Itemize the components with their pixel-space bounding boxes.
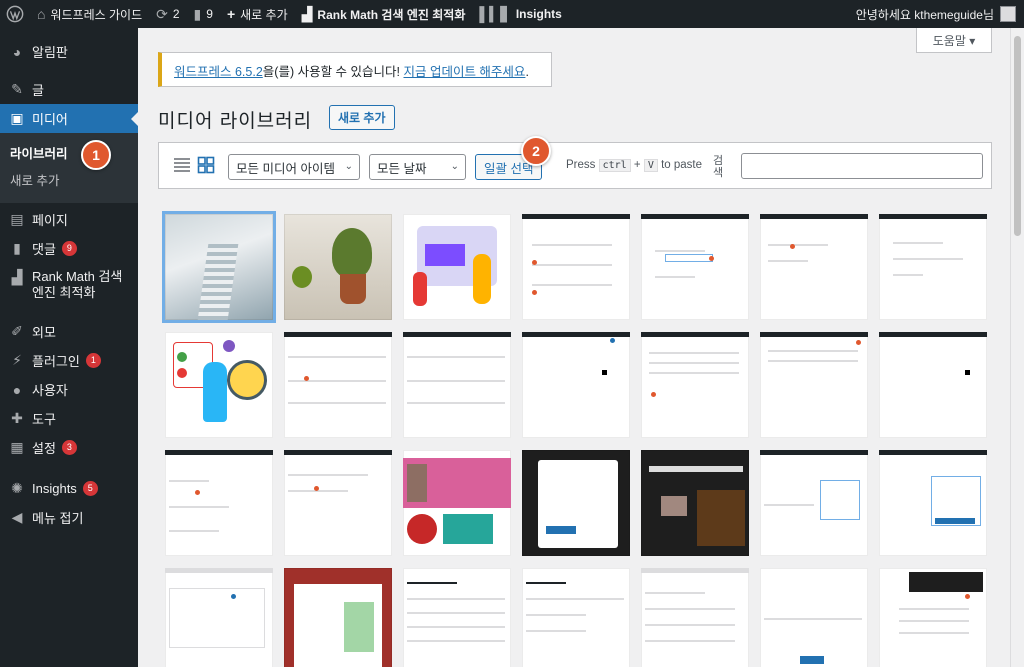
comment-icon: ▮ <box>13 240 21 256</box>
wrench-icon: ✚ <box>11 410 23 426</box>
media-thumbnail[interactable] <box>760 332 868 438</box>
media-thumbnail[interactable] <box>641 450 749 556</box>
media-thumbnail[interactable] <box>522 450 630 556</box>
sidebar-item-plugins[interactable]: ⚡ 플러그인 1 <box>0 346 138 375</box>
sidebar-item-insights[interactable]: ✺ Insights 5 <box>0 474 138 503</box>
search-label: 검색 <box>713 155 724 179</box>
insights-link[interactable]: ▌▍▋ Insights <box>472 0 568 28</box>
updates-icon: ⟳ <box>156 5 168 22</box>
updates-link[interactable]: ⟳ 2 <box>149 0 186 28</box>
media-thumbnail[interactable] <box>641 568 749 667</box>
grid-view-icon[interactable] <box>197 156 215 174</box>
version-link[interactable]: 워드프레스 6.5.2 <box>174 65 263 79</box>
scrollbar-thumb[interactable] <box>1014 36 1021 236</box>
sidebar-item-media[interactable]: ▣ 미디어 <box>0 104 138 133</box>
step-marker-1: 1 <box>81 140 111 170</box>
home-icon: ⌂ <box>37 6 46 22</box>
plugins-badge: 1 <box>85 353 101 368</box>
media-thumbnail[interactable] <box>879 214 987 320</box>
media-thumbnail[interactable] <box>522 568 630 667</box>
media-thumbnail[interactable] <box>284 568 392 667</box>
comments-badge: 9 <box>61 241 77 256</box>
sidebar-item-settings[interactable]: ▦ 설정 3 <box>0 433 138 462</box>
comment-icon: ▮ <box>193 5 202 22</box>
media-thumbnail[interactable] <box>641 332 749 438</box>
page-scrollbar[interactable] <box>1010 28 1024 667</box>
media-thumbnail[interactable] <box>760 568 868 667</box>
main-content: 도움말 ▾ 워드프레스 6.5.2을(를) 사용할 수 있습니다! 지금 업데이… <box>138 28 1024 667</box>
media-thumbnail[interactable] <box>522 332 630 438</box>
bar-chart-icon: ▌▍▋ <box>479 5 511 22</box>
sidebar-item-comments[interactable]: ▮ 댓글 9 <box>0 234 138 263</box>
media-thumbnail[interactable] <box>760 450 868 556</box>
date-filter[interactable]: 모든 날짜 ⌄ <box>369 154 466 180</box>
page-title: 미디어 라이브러리 <box>158 111 313 132</box>
media-thumbnail[interactable] <box>284 214 392 320</box>
submenu-add-new[interactable]: 새로 추가 <box>0 166 138 193</box>
media-thumbnail[interactable] <box>165 568 273 667</box>
sidebar-item-users[interactable]: ● 사용자 <box>0 375 138 404</box>
media-thumbnail[interactable] <box>760 214 868 320</box>
chevron-down-icon: ⌄ <box>450 161 459 172</box>
collapse-menu-button[interactable]: ◀ 메뉴 접기 <box>0 503 138 532</box>
sidebar-item-posts[interactable]: ✎ 글 <box>0 75 138 104</box>
media-thumbnail[interactable] <box>284 450 392 556</box>
insights-badge: 5 <box>82 481 98 496</box>
plugin-icon: ⚡ <box>12 352 22 368</box>
media-type-filter[interactable]: 모든 미디어 아이템 ⌄ <box>228 154 360 180</box>
collapse-icon: ◀ <box>11 509 23 525</box>
rankmath-link[interactable]: ▟ Rank Math 검색 엔진 최적화 <box>295 0 473 28</box>
rankmath-icon: ▟ <box>301 5 313 22</box>
account-link[interactable]: 안녕하세요 kthemeguide님 <box>849 0 1024 28</box>
rankmath-icon: ▟ <box>11 269 23 285</box>
paste-hint: Press ctrl + V to paste <box>566 159 702 172</box>
media-thumbnail[interactable] <box>165 450 273 556</box>
submenu-library[interactable]: 라이브러리 <box>0 139 138 166</box>
user-icon: ● <box>12 381 22 398</box>
new-content-link[interactable]: + 새로 추가 <box>220 0 295 28</box>
admin-sidebar: ◕ 알림판 ✎ 글 ▣ 미디어 라이브러리 새로 추가 ▤ 페이지 ▮ 댓글 9 ▟ Rank… <box>0 28 138 667</box>
media-thumbnail[interactable] <box>403 214 511 320</box>
comments-link[interactable]: ▮ 9 <box>187 0 220 28</box>
help-tab-button[interactable]: 도움말 ▾ <box>916 28 992 53</box>
settings-badge: 3 <box>61 440 77 455</box>
list-view-icon[interactable] <box>173 156 191 174</box>
update-notice: 워드프레스 6.5.2을(를) 사용할 수 있습니다! 지금 업데이트 해주세요… <box>158 52 552 87</box>
sidebar-item-appearance[interactable]: ✐ 외모 <box>0 317 138 346</box>
update-now-link[interactable]: 지금 업데이트 해주세요 <box>403 65 525 79</box>
media-thumbnail[interactable] <box>403 450 511 556</box>
brush-icon: ✐ <box>11 323 23 339</box>
sidebar-item-dashboard[interactable]: ◕ 알림판 <box>0 37 138 66</box>
page-icon: ▤ <box>10 211 24 227</box>
settings-icon: ▦ <box>10 439 24 455</box>
media-thumbnail[interactable] <box>879 568 987 667</box>
pin-icon: ✎ <box>11 81 23 97</box>
step-marker-2: 2 <box>521 136 551 166</box>
media-thumbnail[interactable] <box>403 332 511 438</box>
media-icon: ▣ <box>10 110 24 126</box>
sidebar-item-tools[interactable]: ✚ 도구 <box>0 404 138 433</box>
wordpress-logo-icon[interactable] <box>0 0 30 28</box>
media-thumbnail[interactable] <box>641 214 749 320</box>
chevron-down-icon: ⌄ <box>344 161 353 172</box>
avatar <box>1000 6 1016 22</box>
sidebar-item-rankmath[interactable]: ▟ Rank Math 검색 엔진 최적화 <box>0 263 138 307</box>
sidebar-item-pages[interactable]: ▤ 페이지 <box>0 205 138 234</box>
media-thumbnail[interactable] <box>879 332 987 438</box>
media-thumbnail[interactable] <box>284 332 392 438</box>
media-thumbnail[interactable] <box>165 332 273 438</box>
admin-bar: ⌂ 워드프레스 가이드 ⟳ 2 ▮ 9 + 새로 추가 ▟ Rank Math 검색 엔진… <box>0 0 1024 28</box>
plus-icon: + <box>226 6 236 22</box>
media-thumbnail[interactable] <box>162 211 276 323</box>
dashboard-icon: ◕ <box>12 43 22 60</box>
search-input[interactable] <box>741 153 983 179</box>
media-thumbnail[interactable] <box>522 214 630 320</box>
insights-icon: ✺ <box>11 480 23 496</box>
media-thumbnail[interactable] <box>403 568 511 667</box>
media-submenu: 라이브러리 새로 추가 <box>0 133 138 203</box>
media-toolbar: 모든 미디어 아이템 ⌄ 모든 날짜 ⌄ 일괄 선택 Press ctrl + V … <box>158 142 992 189</box>
media-thumbnail[interactable] <box>879 450 987 556</box>
site-name-link[interactable]: ⌂ 워드프레스 가이드 <box>30 0 149 28</box>
add-new-button[interactable]: 새로 추가 <box>329 105 395 130</box>
